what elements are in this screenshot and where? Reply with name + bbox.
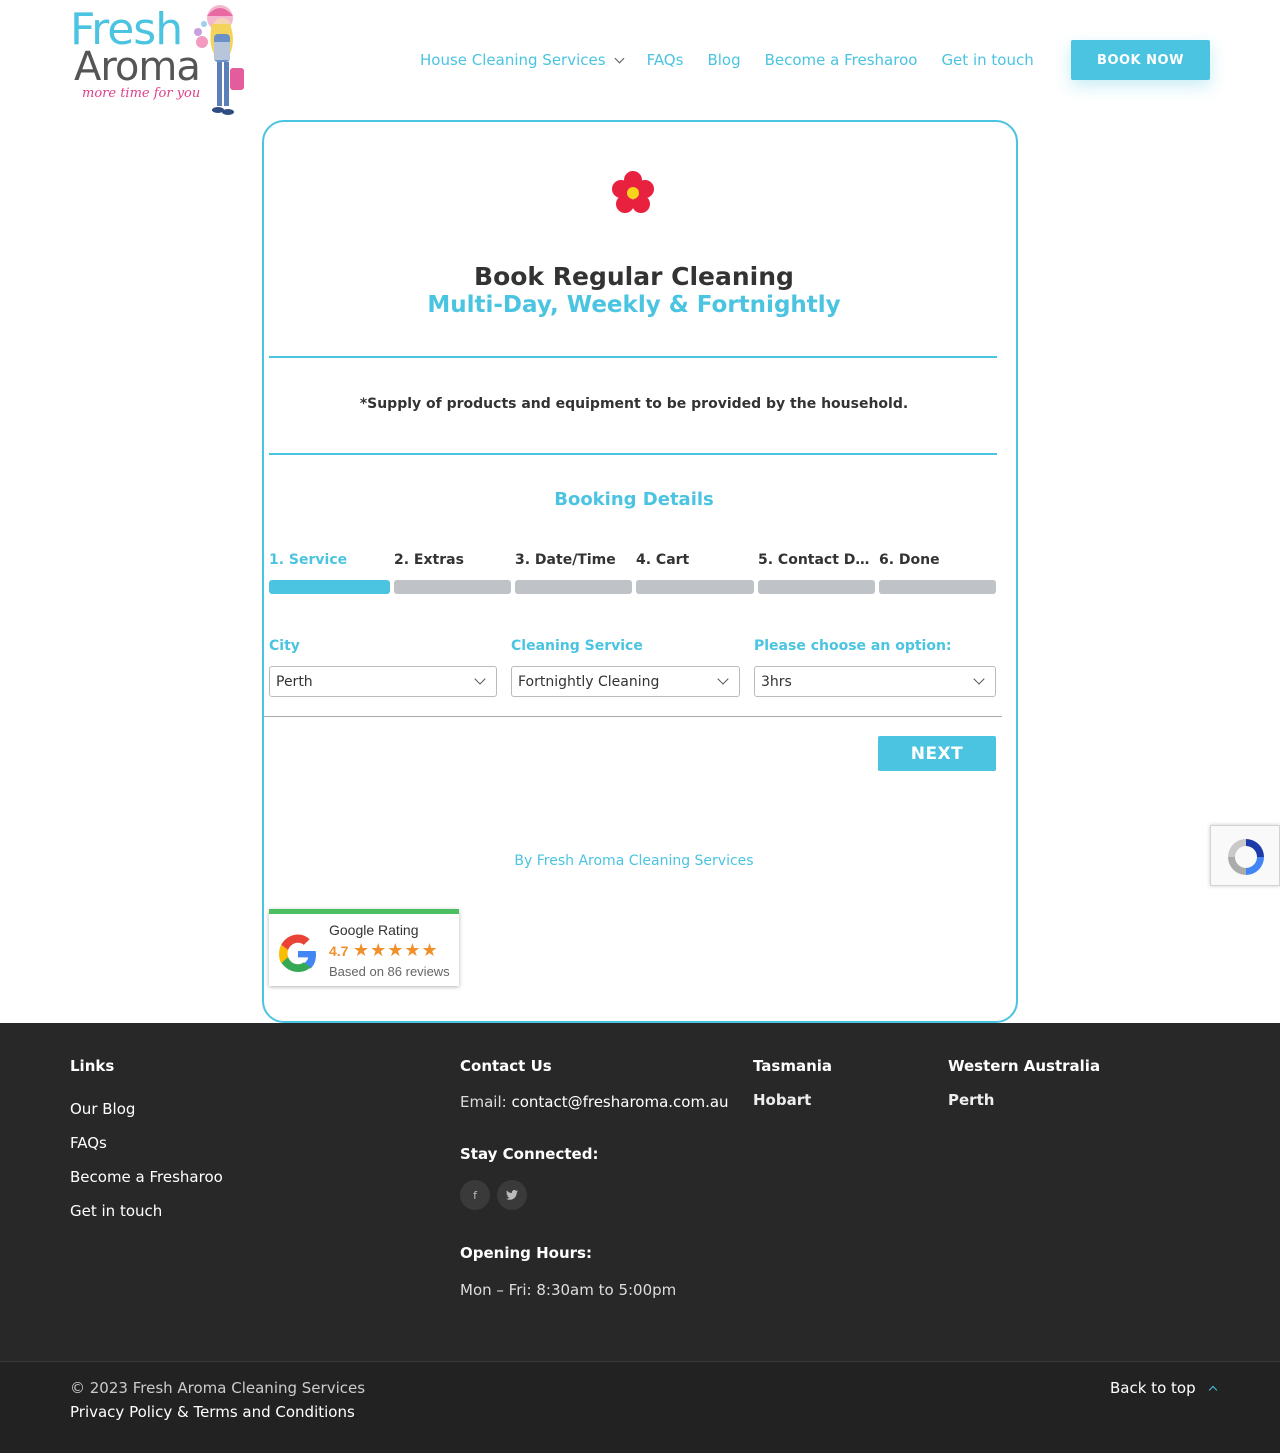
- cleaning-lady-mascot-icon: [194, 5, 244, 115]
- nav-get-in-touch[interactable]: Get in touch: [941, 51, 1033, 69]
- twitter-icon[interactable]: [497, 1180, 527, 1210]
- nav-blog[interactable]: Blog: [707, 51, 740, 69]
- google-g-icon: [279, 934, 316, 972]
- recaptcha-icon: [1228, 839, 1264, 875]
- email-link[interactable]: contact@fresharoma.com.au: [511, 1093, 728, 1111]
- divider: [269, 356, 997, 358]
- contact-heading: Contact Us: [460, 1057, 552, 1075]
- footer-link-become-fresharoo[interactable]: Become a Fresharoo: [70, 1168, 223, 1186]
- nav-faqs[interactable]: FAQs: [647, 51, 684, 69]
- city-select[interactable]: Perth: [269, 666, 497, 697]
- cleaning-service-label: Cleaning Service: [511, 638, 643, 654]
- logo-aroma-text: Aroma: [74, 44, 201, 90]
- tasmania-heading: Tasmania: [753, 1057, 833, 1075]
- footer-link-get-in-touch[interactable]: Get in touch: [70, 1202, 162, 1220]
- step-contact-details[interactable]: 5. Contact Details: [758, 552, 875, 594]
- cleaning-service-select[interactable]: Fortnightly Cleaning: [511, 666, 740, 697]
- step-label: 2. Extras: [394, 552, 464, 568]
- step-cart[interactable]: 4. Cart: [636, 552, 754, 594]
- links-heading: Links: [70, 1057, 115, 1075]
- western-australia-heading: Western Australia: [948, 1057, 1101, 1075]
- footer-bottom-bar: © 2023 Fresh Aroma Cleaning Services Pri…: [0, 1361, 1280, 1453]
- step-progress-bar: [879, 580, 996, 594]
- option-label: Please choose an option:: [754, 638, 952, 654]
- recaptcha-badge[interactable]: [1210, 825, 1280, 886]
- footer-link-our-blog[interactable]: Our Blog: [70, 1100, 135, 1118]
- step-label: 5. Contact Details: [758, 552, 875, 568]
- step-progress-bar: [515, 580, 632, 594]
- by-line[interactable]: By Fresh Aroma Cleaning Services: [264, 853, 1004, 869]
- booking-title: Book Regular Cleaning: [474, 262, 794, 291]
- star-rating-icon: ★★★★★: [353, 940, 439, 961]
- site-footer: Links Our Blog FAQs Become a Fresharoo G…: [0, 1023, 1280, 1361]
- next-button[interactable]: NEXT: [878, 736, 996, 771]
- twitter-bird-icon: [506, 1190, 518, 1200]
- step-progress-bar: [269, 580, 390, 594]
- fresh-aroma-logo[interactable]: Fresh Aroma more time for you: [70, 2, 250, 120]
- opening-hours-text: Mon – Fri: 8:30am to 5:00pm: [460, 1281, 677, 1299]
- privacy-policy-link[interactable]: Privacy Policy & Terms and Conditions: [70, 1403, 355, 1421]
- back-to-top-link[interactable]: Back to top: [1110, 1379, 1217, 1397]
- nav-house-cleaning-services[interactable]: House Cleaning Services: [420, 51, 625, 69]
- chevron-down-icon: [474, 673, 486, 685]
- option-value: 3hrs: [761, 673, 792, 690]
- booking-card: Book Regular Cleaning Multi-Day, Weekly …: [262, 120, 1018, 1023]
- chevron-down-icon: [973, 673, 985, 685]
- logo-tagline: more time for you: [82, 86, 201, 101]
- nav-house-cleaning-label: House Cleaning Services: [420, 51, 606, 69]
- tasmania-city-hobart[interactable]: Hobart: [753, 1091, 811, 1109]
- step-service[interactable]: 1. Service: [269, 552, 390, 594]
- google-rating-score: 4.7: [329, 943, 349, 959]
- booking-steps: 1. Service 2. Extras 3. Date/Time 4. Car…: [269, 552, 997, 596]
- step-progress-bar: [758, 580, 875, 594]
- google-review-count: Based on 86 reviews: [329, 964, 450, 979]
- city-label: City: [269, 638, 300, 654]
- step-extras[interactable]: 2. Extras: [394, 552, 511, 594]
- stay-connected-heading: Stay Connected:: [460, 1145, 599, 1163]
- nav-become-fresharoo[interactable]: Become a Fresharoo: [765, 51, 918, 69]
- step-done[interactable]: 6. Done: [879, 552, 996, 594]
- supply-notice: *Supply of products and equipment to be …: [359, 396, 909, 412]
- booking-subtitle: Multi-Day, Weekly & Fortnightly: [427, 292, 841, 318]
- step-progress-bar: [636, 580, 754, 594]
- chevron-down-icon: [717, 673, 729, 685]
- copyright-text: © 2023 Fresh Aroma Cleaning Services: [70, 1379, 366, 1397]
- city-field: City Perth: [269, 638, 497, 697]
- chevron-down-icon: [614, 53, 625, 63]
- email-label: Email:: [460, 1093, 512, 1111]
- step-label: 6. Done: [879, 552, 940, 568]
- form-separator: [264, 716, 1002, 717]
- opening-hours-heading: Opening Hours:: [460, 1244, 592, 1262]
- flower-icon: [612, 171, 654, 213]
- google-rating-badge[interactable]: Google Rating 4.7 ★★★★★ Based on 86 revi…: [269, 909, 459, 986]
- option-select[interactable]: 3hrs: [754, 666, 996, 697]
- step-progress-bar: [394, 580, 511, 594]
- wa-city-perth[interactable]: Perth: [948, 1091, 994, 1109]
- contact-email-row: Email: contact@fresharoma.com.au: [460, 1093, 729, 1111]
- site-header: Fresh Aroma more time for you House Clea…: [0, 0, 1280, 120]
- back-to-top-label: Back to top: [1110, 1379, 1196, 1397]
- step-label: 1. Service: [269, 552, 348, 568]
- book-now-button[interactable]: BOOK NOW: [1071, 40, 1210, 80]
- cleaning-service-value: Fortnightly Cleaning: [518, 673, 660, 690]
- step-label: 3. Date/Time: [515, 552, 616, 568]
- divider: [269, 453, 997, 455]
- step-label: 4. Cart: [636, 552, 690, 568]
- chevron-up-icon: [1208, 1385, 1217, 1395]
- booking-details-title: Booking Details: [554, 489, 714, 510]
- cleaning-service-field: Cleaning Service Fortnightly Cleaning: [511, 638, 740, 697]
- footer-link-faqs[interactable]: FAQs: [70, 1134, 107, 1152]
- city-value: Perth: [276, 673, 313, 690]
- main-nav: House Cleaning Services FAQs Blog Become…: [420, 46, 1058, 74]
- step-date-time[interactable]: 3. Date/Time: [515, 552, 632, 594]
- facebook-icon[interactable]: f: [460, 1180, 490, 1210]
- google-rating-title: Google Rating: [329, 922, 419, 938]
- option-field: Please choose an option: 3hrs: [754, 638, 996, 697]
